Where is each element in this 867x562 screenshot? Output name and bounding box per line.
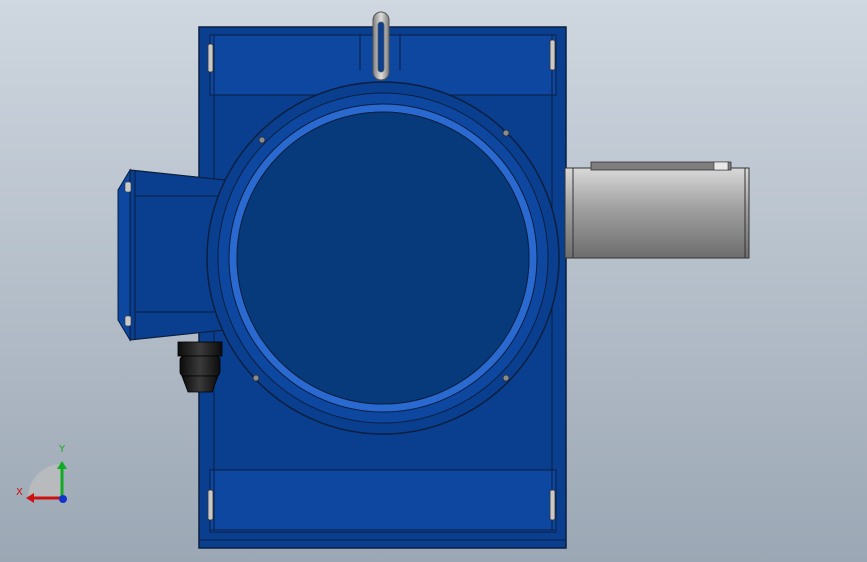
model-canvas[interactable] <box>0 0 867 562</box>
eye-bolt[interactable] <box>372 11 390 81</box>
x-axis-label: X <box>16 487 23 498</box>
y-axis-label: Y <box>59 444 66 455</box>
cad-viewport[interactable]: X Y <box>0 0 867 562</box>
round-cover[interactable] <box>206 81 560 435</box>
z-axis-dot <box>59 495 67 503</box>
output-shaft[interactable] <box>564 161 750 259</box>
